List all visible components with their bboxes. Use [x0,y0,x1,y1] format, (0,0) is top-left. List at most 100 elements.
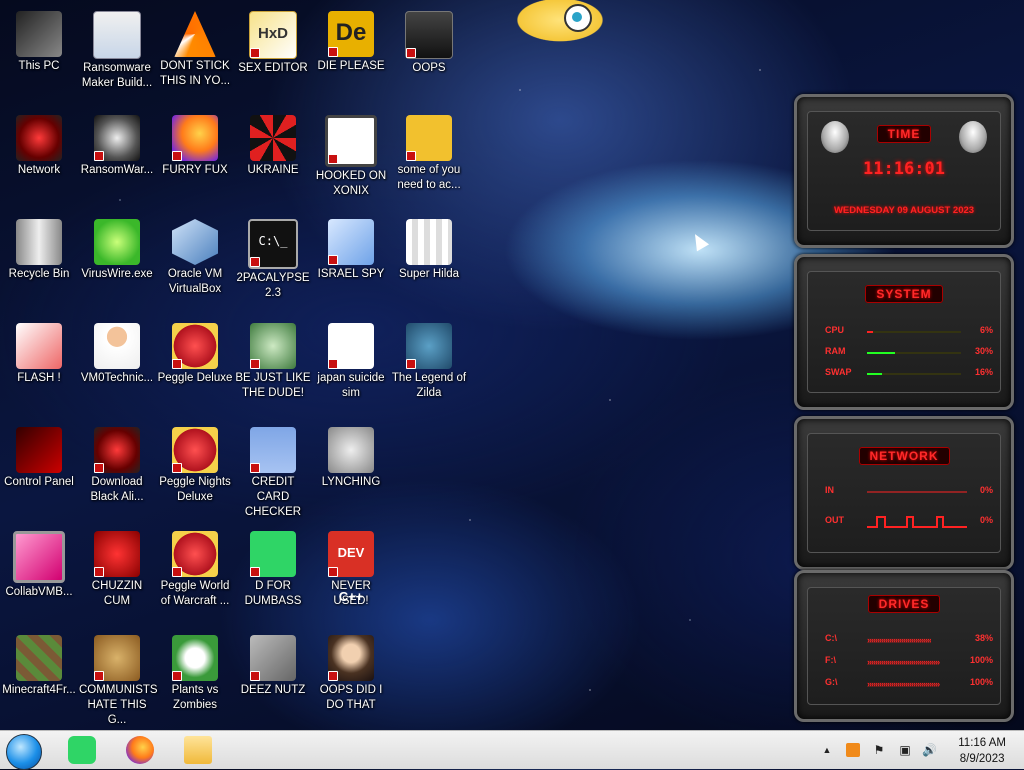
taskbar-spotify-button[interactable] [64,734,100,766]
doctor-icon [94,323,140,369]
spotify-icon [68,736,96,764]
volume-icon[interactable]: 🔊 [922,743,937,757]
desktop-icon-oops-did-i[interactable]: OOPS DID I DO THAT [312,632,390,713]
lime-icon [94,219,140,265]
recycle-bin-icon [16,219,62,265]
desktop-icon-lynching[interactable]: LYNCHING [312,424,390,490]
control-panel-icon [16,427,62,473]
desktop-icon-die-please[interactable]: De DIE PLEASE [312,8,390,74]
desktop-icon-ransomware[interactable]: RansomWar... [78,112,156,178]
cpu-row: CPU 6% [825,325,993,335]
network-header: NETWORK [858,447,950,465]
desktop-icon-credit-card[interactable]: CREDIT CARD CHECKER [234,424,312,520]
taskbar-file-explorer-button[interactable] [180,734,216,766]
desktop-icon-ukraine[interactable]: UKRAINE [234,112,312,178]
desktop-icon-minecraft[interactable]: Minecraft4Fr... [0,632,78,698]
desktop-icon-some-of-you[interactable]: some of you need to ac... [390,112,468,193]
desktop-icon-never-used[interactable]: DEV C++ NEVER USED! [312,528,390,609]
taskbar-clock[interactable]: 11:16 AM 8/9/2023 [958,735,1006,767]
desktop-icon-this-pc[interactable]: This PC [0,8,78,74]
alien-orb-icon [94,427,140,473]
system-gadget: SYSTEM CPU 6% RAM 30% SWAP 16% [794,254,1014,410]
de-icon: De [328,11,374,57]
desktop-icon-peggle-nights[interactable]: Peggle Nights Deluxe [156,424,234,505]
desktop-icon-collabvm[interactable]: CollabVMB... [0,528,78,600]
desktop-icon-download-black-alien[interactable]: Download Black Ali... [78,424,156,505]
tray-app-icon[interactable] [846,743,860,757]
spotify-icon [250,531,296,577]
desktop-icon-control-panel[interactable]: Control Panel [0,424,78,490]
net-in-row: IN 0% [825,485,993,495]
peggle-wow-icon [172,531,218,577]
peggle-nights-icon [172,427,218,473]
desktop-icon-dude[interactable]: BE JUST LIKE THE DUDE! [234,320,312,401]
desktop-icon-peggle-deluxe[interactable]: Peggle Deluxe [156,320,234,386]
desktop-icon-chuzzin[interactable]: CHUZZIN CUM [78,528,156,609]
desktop-icon-d-for-dumbass[interactable]: D FOR DUMBASS [234,528,312,609]
virtualbox-icon [172,219,218,265]
desktop-icon-vm0technic[interactable]: VM0Technic... [78,320,156,386]
desktop-icon-furry-fux[interactable]: FURRY FUX [156,112,234,178]
pixel-dog-icon [406,219,452,265]
system-header: SYSTEM [865,285,943,303]
portrait-icon [328,635,374,681]
desktop-icon-recycle-bin[interactable]: Recycle Bin [0,216,78,282]
noose-icon [328,427,374,473]
desktop-icon-sex-editor[interactable]: HxD SEX EDITOR [234,8,312,76]
desktop-icon-israel-spy[interactable]: ISRAEL SPY [312,216,390,282]
swap-row: SWAP 16% [825,367,993,377]
dev-cpp-icon: DEV C++ [328,531,374,604]
gadget-clock: 11:16:01 [863,159,945,179]
oops-app-icon [405,11,453,59]
ram-row: RAM 30% [825,346,993,356]
desktop-icon-deez-nutz[interactable]: DEEZ NUTZ [234,632,312,698]
network-tray-icon[interactable]: ▣ [898,743,912,757]
xonix-maze-icon [325,115,377,167]
time-header: TIME [876,125,932,143]
network-gadget: NETWORK IN 0% OUT 0% [794,416,1014,570]
desktop-icon-communists[interactable]: COMMUNISTS HATE THIS G... [78,632,158,728]
taskbar-firefox-button[interactable] [122,734,158,766]
anime-girl-wallpaper-art [500,0,620,60]
spy-computers-icon [328,219,374,265]
money-bag-icon [94,635,140,681]
folder-icon [184,736,212,764]
desktop-icon-hooked-on-xonix[interactable]: HOOKED ON XONIX [312,112,390,199]
monitor-icon [13,531,65,583]
clock-time: 11:16 AM [958,737,1006,749]
clock-date: 8/9/2023 [959,753,1005,765]
desktop-icon-virtualbox[interactable]: Oracle VM VirtualBox [156,216,234,297]
show-hidden-icons-button[interactable]: ▲ [820,743,834,757]
desktop-icon-dont-stick[interactable]: DONT STICK THIS IN YO... [156,8,234,89]
desktop-icon-ransomware-maker[interactable]: Ransomware Maker Build... [78,8,156,91]
desktop-icon-flash[interactable]: FLASH ! [0,320,78,386]
drives-header: DRIVES [867,595,941,613]
desktop-icon-viruswire[interactable]: VirusWire.exe [78,216,156,282]
minecraft-icon [16,635,62,681]
drive-g-row: G:\ »»»»»»»»»»»»»»»»»» 100% [825,677,993,689]
desktop-icon-2pacalypse[interactable]: C:\_ 2PACALYPSE 2.3 [234,216,312,301]
desktop-icon-super-hilda[interactable]: Super Hilda [390,216,468,282]
desktop-icon-japan-suicide-sim[interactable]: japan suicide sim [312,320,390,401]
desktop-icon-plants-vs-zombies[interactable]: Plants vs Zombies [156,632,234,713]
start-orb-button[interactable] [6,734,42,770]
radiation-icon [250,115,296,161]
firefox-icon [172,115,218,161]
desktop-icon-peggle-wow[interactable]: Peggle World of Warcraft ... [156,528,234,609]
net-out-row: OUT 0% [825,515,993,528]
network-icon [16,115,62,161]
desktop-icon-oops[interactable]: OOPS [390,8,468,76]
beaver-icon [406,115,452,161]
action-center-flag-icon[interactable]: ⚑ [872,743,886,757]
desktop-icon-legend-of-zilda[interactable]: The Legend of Zilda [390,320,468,401]
gadget-date: WEDNESDAY 09 AUGUST 2023 [833,205,975,216]
duplicate-windows-icon [250,635,296,681]
credit-card-icon [250,427,296,473]
desktop-icon-network[interactable]: Network [0,112,78,178]
plant-icon [172,635,218,681]
hxd-icon: HxD [249,11,297,59]
chuzzle-icon [94,531,140,577]
vlc-cone-icon [174,11,216,57]
document-icon [328,323,374,369]
dude-icon [250,323,296,369]
